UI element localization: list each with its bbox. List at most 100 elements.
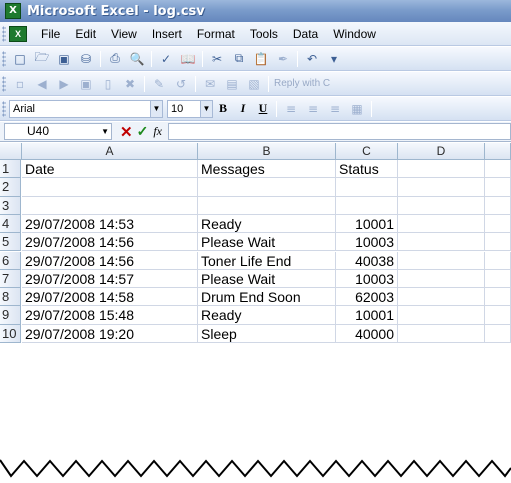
- merge-and-center-icon[interactable]: ▦: [347, 100, 367, 118]
- cell[interactable]: Drum End Soon: [198, 288, 336, 307]
- end-review-icon[interactable]: ▧: [244, 75, 264, 93]
- align-left-icon[interactable]: ≡: [281, 100, 301, 118]
- format-painter-icon[interactable]: ✒: [273, 50, 293, 68]
- cell[interactable]: 62003: [336, 288, 398, 307]
- menu-window[interactable]: Window: [327, 27, 385, 41]
- row-header[interactable]: 1: [0, 160, 21, 179]
- enter-entry-icon[interactable]: ✓: [137, 123, 149, 140]
- cell[interactable]: 29/07/2008 14:56: [22, 233, 198, 252]
- show-comment-icon[interactable]: ▣: [76, 75, 96, 93]
- column-header-b[interactable]: B: [198, 143, 336, 160]
- menu-view[interactable]: View: [105, 27, 146, 41]
- menu-edit[interactable]: Edit: [69, 27, 105, 41]
- cell[interactable]: [485, 233, 511, 252]
- cell[interactable]: 10001: [336, 306, 398, 325]
- cell[interactable]: Ready: [198, 214, 336, 234]
- cell[interactable]: [485, 178, 511, 197]
- cell[interactable]: [485, 251, 511, 270]
- open-folder-icon[interactable]: 🗁: [32, 50, 52, 68]
- cell[interactable]: [398, 324, 485, 343]
- row-header[interactable]: 9: [0, 306, 21, 325]
- cell[interactable]: [398, 251, 485, 270]
- insert-function-button[interactable]: fx: [153, 124, 162, 139]
- cell[interactable]: Sleep: [198, 324, 336, 343]
- toolbar-grip[interactable]: [2, 75, 6, 92]
- cell[interactable]: Messages: [198, 160, 336, 179]
- cell[interactable]: 40038: [336, 251, 398, 270]
- cell[interactable]: Toner Life End: [198, 251, 336, 270]
- row-header[interactable]: 3: [0, 196, 21, 215]
- cell[interactable]: [22, 178, 198, 197]
- cell[interactable]: [398, 196, 485, 215]
- undo-icon[interactable]: ↶: [302, 50, 322, 68]
- align-center-icon[interactable]: ≡: [303, 100, 323, 118]
- send-to-recipient-icon[interactable]: ✉: [200, 75, 220, 93]
- cell[interactable]: 29/07/2008 14:53: [22, 214, 198, 234]
- print-icon[interactable]: ⎙: [105, 50, 125, 68]
- workbook-control-icon[interactable]: X: [9, 25, 27, 42]
- cell[interactable]: [398, 269, 485, 289]
- reviewing-pane-icon[interactable]: ▤: [222, 75, 242, 93]
- copy-icon[interactable]: ⧉: [229, 50, 249, 68]
- font-size-dropdown[interactable]: 10 ▼: [167, 99, 213, 118]
- chevron-down-icon[interactable]: ▼: [200, 100, 212, 117]
- cell[interactable]: [398, 288, 485, 307]
- print-preview-icon[interactable]: 🔍: [127, 50, 147, 68]
- row-header[interactable]: 7: [0, 269, 21, 289]
- research-icon[interactable]: 📖: [178, 50, 198, 68]
- cell[interactable]: [485, 214, 511, 234]
- cell[interactable]: [398, 306, 485, 325]
- menu-data[interactable]: Data: [287, 27, 327, 41]
- italic-button[interactable]: I: [233, 100, 253, 118]
- cell[interactable]: [336, 178, 398, 197]
- row-header[interactable]: 6: [0, 251, 21, 270]
- cell[interactable]: 29/07/2008 14:57: [22, 269, 198, 289]
- row-header[interactable]: 10: [0, 324, 21, 343]
- next-comment-icon[interactable]: ▶: [54, 75, 74, 93]
- toolbar-grip[interactable]: [2, 50, 6, 67]
- cell[interactable]: 29/07/2008 15:48: [22, 306, 198, 325]
- chevron-down-icon[interactable]: ▼: [150, 100, 162, 117]
- bold-button[interactable]: B: [213, 100, 233, 118]
- menu-file[interactable]: File: [35, 27, 69, 41]
- previous-comment-icon[interactable]: ◀: [32, 75, 52, 93]
- column-header-d[interactable]: D: [398, 143, 485, 160]
- cell[interactable]: [398, 214, 485, 234]
- cell[interactable]: [398, 233, 485, 252]
- track-changes-icon[interactable]: ↺: [171, 75, 191, 93]
- cell[interactable]: 29/07/2008 14:56: [22, 251, 198, 270]
- cell[interactable]: [485, 196, 511, 215]
- delete-comment-icon[interactable]: ✖: [120, 75, 140, 93]
- toolbar-grip[interactable]: [2, 100, 6, 117]
- row-header[interactable]: 2: [0, 178, 21, 197]
- cell[interactable]: 10003: [336, 233, 398, 252]
- cell[interactable]: 29/07/2008 14:58: [22, 288, 198, 307]
- align-right-icon[interactable]: ≡: [325, 100, 345, 118]
- cell[interactable]: 40000: [336, 324, 398, 343]
- cell[interactable]: Please Wait: [198, 269, 336, 289]
- column-header-next[interactable]: [485, 143, 511, 160]
- spelling-icon[interactable]: ✓: [156, 50, 176, 68]
- column-header-a[interactable]: A: [22, 143, 198, 160]
- cell[interactable]: [198, 196, 336, 215]
- cell[interactable]: [485, 160, 511, 179]
- menu-format[interactable]: Format: [191, 27, 244, 41]
- menu-tools[interactable]: Tools: [244, 27, 287, 41]
- save-icon[interactable]: ▣: [54, 50, 74, 68]
- ink-annotation-icon[interactable]: ✎: [149, 75, 169, 93]
- reply-with-changes-button[interactable]: Reply with C: [274, 78, 330, 89]
- permission-icon[interactable]: ⛁: [76, 50, 96, 68]
- paste-icon[interactable]: 📋: [251, 50, 271, 68]
- cell[interactable]: [336, 196, 398, 215]
- cell[interactable]: [22, 196, 198, 215]
- new-comment-icon[interactable]: ▫: [10, 75, 30, 93]
- cell[interactable]: [485, 269, 511, 289]
- show-all-comments-icon[interactable]: ▯: [98, 75, 118, 93]
- cell[interactable]: 10001: [336, 214, 398, 234]
- row-header[interactable]: 5: [0, 233, 21, 252]
- redo-icon[interactable]: ▾: [324, 50, 344, 68]
- cell[interactable]: Date: [22, 160, 198, 179]
- font-name-dropdown[interactable]: Arial ▼: [9, 99, 163, 118]
- row-header[interactable]: 4: [0, 214, 21, 234]
- formula-input[interactable]: [167, 123, 511, 140]
